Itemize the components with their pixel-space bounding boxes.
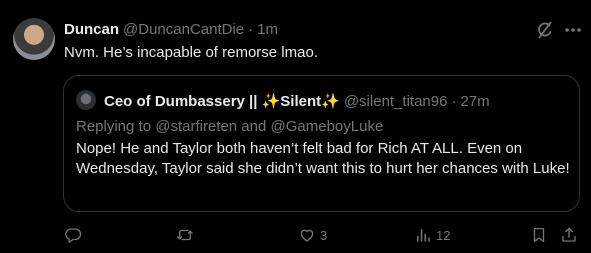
author-name[interactable]: Duncan	[64, 21, 119, 38]
post-text: Nvm. He’s incapable of remorse lmao.	[64, 44, 318, 61]
action-bar: 3 12	[64, 225, 584, 245]
repost-button[interactable]	[176, 225, 198, 245]
post-time[interactable]: 1m	[257, 21, 278, 38]
quoted-author-name: Ceo of Dumbassery || ✨Silent✨	[104, 92, 340, 110]
replying-to: Replying to @starfireten and @GameboyLuk…	[76, 118, 384, 135]
quoted-avatar	[76, 90, 96, 110]
bookmark-button[interactable]	[530, 225, 548, 245]
heart-icon	[300, 229, 314, 242]
avatar[interactable]	[13, 18, 55, 60]
author-handle[interactable]: @DuncanCantDie	[123, 21, 244, 38]
views-icon	[417, 229, 430, 242]
post-header: Duncan @DuncanCantDie · 1m	[64, 19, 278, 39]
repost-icon	[177, 229, 193, 241]
quoted-time: 27m	[460, 92, 490, 110]
quoted-header: Ceo of Dumbassery || ✨Silent✨ @silent_ti…	[104, 91, 490, 111]
more-icon[interactable]	[563, 20, 583, 40]
share-icon	[562, 227, 576, 242]
like-count: 3	[320, 227, 328, 243]
views-count: 12	[436, 227, 451, 243]
quoted-name-mid: Silent	[280, 93, 322, 110]
reply-icon	[65, 228, 82, 243]
grok-icon[interactable]	[535, 20, 555, 40]
bookmark-icon	[533, 227, 545, 243]
quoted-text: Nope! He and Taylor both haven’t felt ba…	[76, 140, 570, 177]
reply-button[interactable]	[64, 225, 86, 245]
quoted-author-handle: @silent_titan96	[343, 92, 448, 110]
post[interactable]: Duncan @DuncanCantDie · 1m Nvm. He’s inc…	[0, 0, 591, 253]
sparkles-emoji: ✨	[261, 93, 281, 110]
quoted-post[interactable]: Ceo of Dumbassery || ✨Silent✨ @silent_ti…	[63, 75, 580, 212]
like-button[interactable]: 3	[298, 225, 327, 245]
sparkles-emoji: ✨	[321, 93, 340, 110]
quoted-name-prefix: Ceo of Dumbassery ||	[104, 93, 262, 110]
views-button[interactable]: 12	[414, 225, 450, 245]
separator: ·	[451, 92, 457, 110]
share-button[interactable]	[560, 225, 578, 245]
separator: ·	[248, 20, 254, 38]
